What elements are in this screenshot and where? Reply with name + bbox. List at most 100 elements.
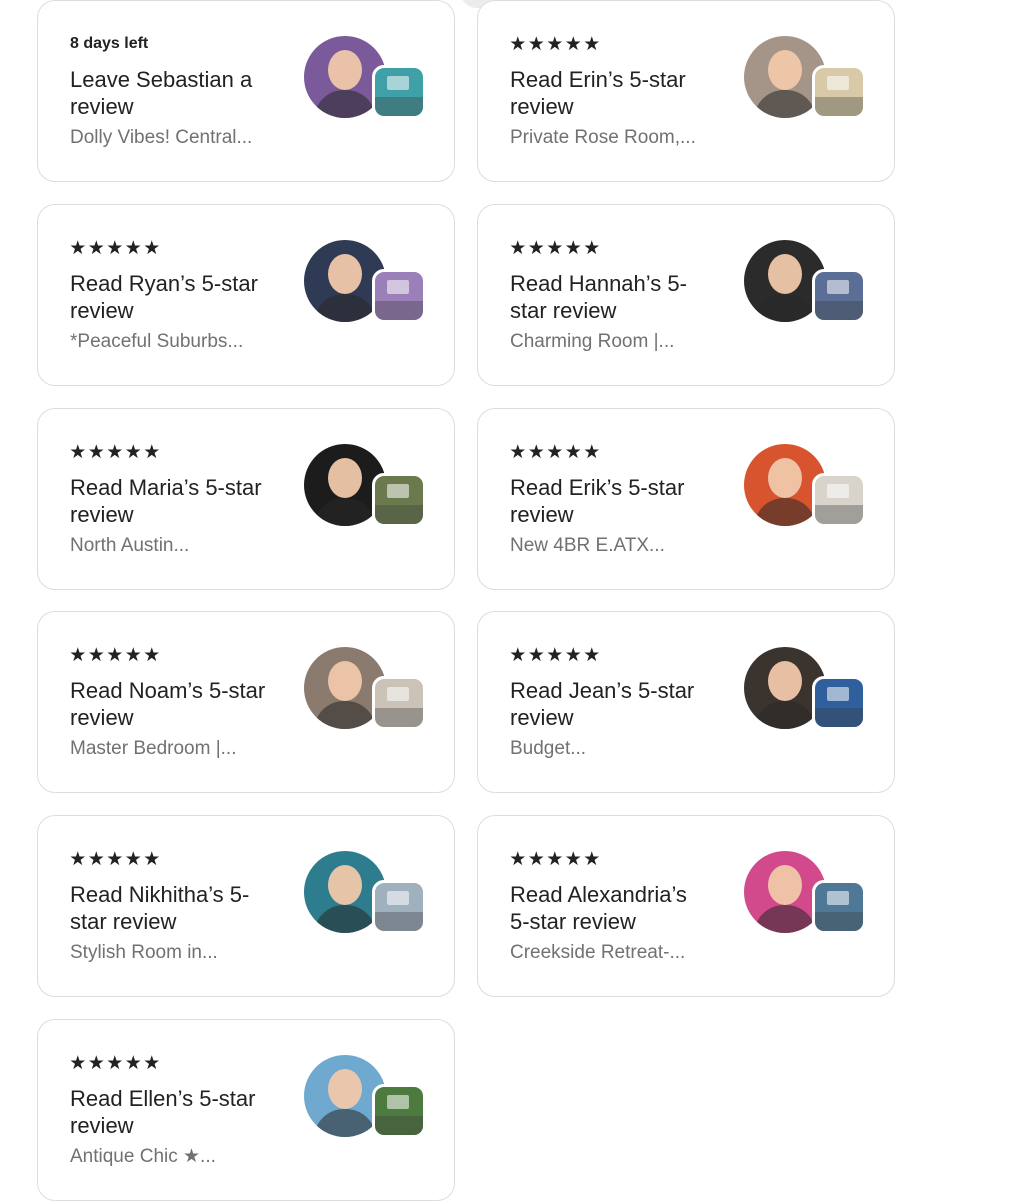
listing-thumbnail xyxy=(372,676,426,730)
star-icon: ★ xyxy=(87,238,105,259)
star-rating: ★ ★ ★ ★ ★ xyxy=(69,645,161,666)
star-icon: ★ xyxy=(527,442,545,463)
star-icon: ★ xyxy=(564,238,582,259)
listing-name: Antique Chic ★... xyxy=(70,1146,216,1167)
listing-thumbnail xyxy=(372,269,426,323)
avatar-face xyxy=(328,254,362,294)
star-icon: ★ xyxy=(143,645,161,666)
review-card-title: Read Alexandria’s 5-star review xyxy=(510,882,687,934)
avatar-body xyxy=(314,701,376,729)
avatar-face xyxy=(768,661,802,701)
review-card[interactable]: ★ ★ ★ ★ ★ Read Jean’s 5-star review Budget... xyxy=(477,611,895,793)
avatar-body xyxy=(314,498,376,526)
avatar-body xyxy=(314,1109,376,1137)
thumbnail-window xyxy=(827,687,849,701)
avatar-face xyxy=(768,865,802,905)
star-icon: ★ xyxy=(527,34,545,55)
avatar-body xyxy=(754,294,816,322)
listing-thumbnail xyxy=(812,65,866,119)
star-icon: ★ xyxy=(69,442,87,463)
review-card[interactable]: ★ ★ ★ ★ ★ Read Erin’s 5-star review Private Ro… xyxy=(477,0,895,182)
thumbnail-window xyxy=(387,687,409,701)
thumbnail-floor xyxy=(815,707,863,727)
avatar-body xyxy=(754,90,816,118)
review-card[interactable]: ★ ★ ★ ★ ★ Read Ryan’s 5-star review *Peaceful … xyxy=(37,204,455,386)
listing-name: North Austin... xyxy=(70,535,190,556)
star-icon: ★ xyxy=(143,1053,161,1074)
listing-name: New 4BR E.ATX... xyxy=(510,535,665,556)
review-card-title: Read Erik’s 5-star review xyxy=(510,475,685,527)
star-icon: ★ xyxy=(106,442,124,463)
listing-name: Stylish Room in... xyxy=(70,942,218,963)
star-icon: ★ xyxy=(564,34,582,55)
review-card-title: Read Nikhitha’s 5-star review xyxy=(70,882,250,934)
star-icon: ★ xyxy=(527,238,545,259)
review-card[interactable]: ★ ★ ★ ★ ★ Read Nikhitha’s 5-star review Stylis… xyxy=(37,815,455,997)
star-icon: ★ xyxy=(509,442,527,463)
avatar-face xyxy=(328,661,362,701)
thumbnail-floor xyxy=(375,504,423,524)
avatar-face xyxy=(328,50,362,90)
star-icon: ★ xyxy=(106,645,124,666)
review-card[interactable]: ★ ★ ★ ★ ★ Read Maria’s 5-star review North Aus… xyxy=(37,408,455,590)
listing-thumbnail xyxy=(812,676,866,730)
review-card-title: Read Ellen’s 5-star review xyxy=(70,1086,256,1138)
review-card[interactable]: ★ ★ ★ ★ ★ Read Ellen’s 5-star review Antique C… xyxy=(37,1019,455,1201)
avatar-face xyxy=(768,50,802,90)
star-rating: ★ ★ ★ ★ ★ xyxy=(509,645,601,666)
star-icon: ★ xyxy=(583,442,601,463)
star-icon: ★ xyxy=(124,645,142,666)
review-card[interactable]: ★ ★ ★ ★ ★ Read Hannah’s 5-star review Charming… xyxy=(477,204,895,386)
star-icon: ★ xyxy=(509,34,527,55)
thumbnail-floor xyxy=(375,707,423,727)
star-icon: ★ xyxy=(69,238,87,259)
listing-thumbnail xyxy=(372,473,426,527)
star-rating: ★ ★ ★ ★ ★ xyxy=(509,238,601,259)
listing-name: Creekside Retreat-... xyxy=(510,942,686,963)
thumbnail-window xyxy=(387,76,409,90)
review-card[interactable]: ★ ★ ★ ★ ★ Read Noam’s 5-star review Master Bed… xyxy=(37,611,455,793)
listing-thumbnail xyxy=(812,269,866,323)
listing-name: Dolly Vibes! Central... xyxy=(70,127,253,148)
star-icon: ★ xyxy=(87,1053,105,1074)
review-card-title: Read Erin’s 5-star review xyxy=(510,67,686,119)
avatar-face xyxy=(328,458,362,498)
thumbnail-floor xyxy=(375,1115,423,1135)
listing-thumbnail xyxy=(372,65,426,119)
star-icon: ★ xyxy=(527,849,545,870)
thumbnail-floor xyxy=(815,300,863,320)
star-rating: ★ ★ ★ ★ ★ xyxy=(69,238,161,259)
days-left-label: 8 days left xyxy=(70,35,149,52)
star-rating: ★ ★ ★ ★ ★ xyxy=(69,849,161,870)
star-icon: ★ xyxy=(583,849,601,870)
star-icon: ★ xyxy=(564,849,582,870)
listing-thumbnail xyxy=(372,1084,426,1138)
avatar-body xyxy=(754,498,816,526)
star-icon: ★ xyxy=(69,849,87,870)
avatar-body xyxy=(314,90,376,118)
review-card-title: Read Ryan’s 5-star review xyxy=(70,271,258,323)
star-icon: ★ xyxy=(106,238,124,259)
thumbnail-window xyxy=(827,280,849,294)
star-icon: ★ xyxy=(124,238,142,259)
star-icon: ★ xyxy=(546,238,564,259)
listing-name: Private Rose Room,... xyxy=(510,127,696,148)
listing-thumbnail xyxy=(372,880,426,934)
star-icon: ★ xyxy=(509,238,527,259)
star-icon: ★ xyxy=(509,645,527,666)
thumbnail-floor xyxy=(375,300,423,320)
thumbnail-window xyxy=(827,76,849,90)
thumbnail-floor xyxy=(815,911,863,931)
review-card[interactable]: ★ ★ ★ ★ ★ Read Alexandria’s 5-star review Cree… xyxy=(477,815,895,997)
review-card[interactable]: ★ ★ ★ ★ ★ Read Erik’s 5-star review New 4BR E.… xyxy=(477,408,895,590)
star-icon: ★ xyxy=(527,645,545,666)
thumbnail-floor xyxy=(815,504,863,524)
avatar-face xyxy=(768,254,802,294)
listing-thumbnail xyxy=(812,473,866,527)
thumbnail-floor xyxy=(375,911,423,931)
review-card[interactable]: 8 days left Leave Sebastian a review Dolly… xyxy=(37,0,455,182)
star-rating: ★ ★ ★ ★ ★ xyxy=(509,34,601,55)
thumbnail-window xyxy=(387,484,409,498)
avatar-body xyxy=(314,905,376,933)
star-icon: ★ xyxy=(143,442,161,463)
